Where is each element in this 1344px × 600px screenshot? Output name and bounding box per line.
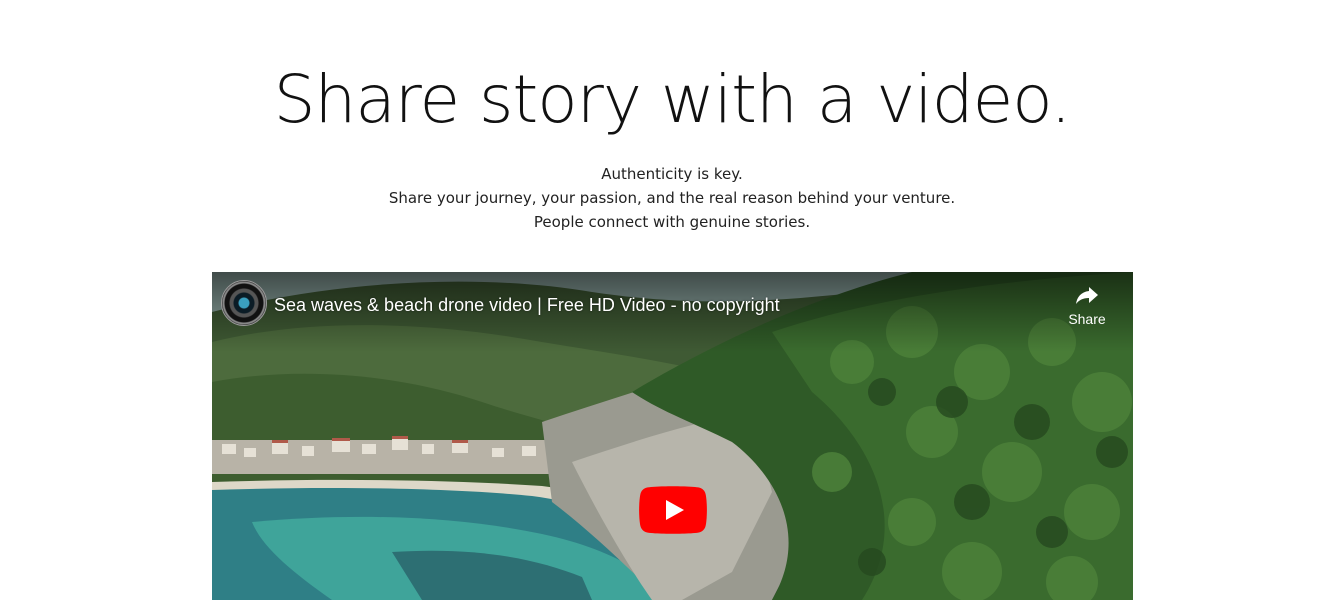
share-arrow-icon — [1076, 287, 1098, 304]
share-label: Share — [1068, 311, 1106, 327]
play-button[interactable] — [639, 486, 707, 534]
channel-avatar[interactable] — [221, 280, 267, 326]
video-player[interactable]: Sea waves & beach drone video | Free HD … — [212, 272, 1133, 600]
video-title[interactable]: Sea waves & beach drone video | Free HD … — [274, 293, 780, 317]
section-description: Authenticity is key. Share your journey,… — [0, 162, 1344, 234]
share-button[interactable]: Share — [1058, 284, 1116, 334]
play-icon — [639, 486, 707, 534]
description-line: People connect with genuine stories. — [533, 213, 811, 231]
description-line: Authenticity is key. — [601, 165, 743, 183]
description-line: Share your journey, your passion, and th… — [388, 189, 956, 207]
section-heading: Share story with a video. — [273, 61, 1072, 138]
